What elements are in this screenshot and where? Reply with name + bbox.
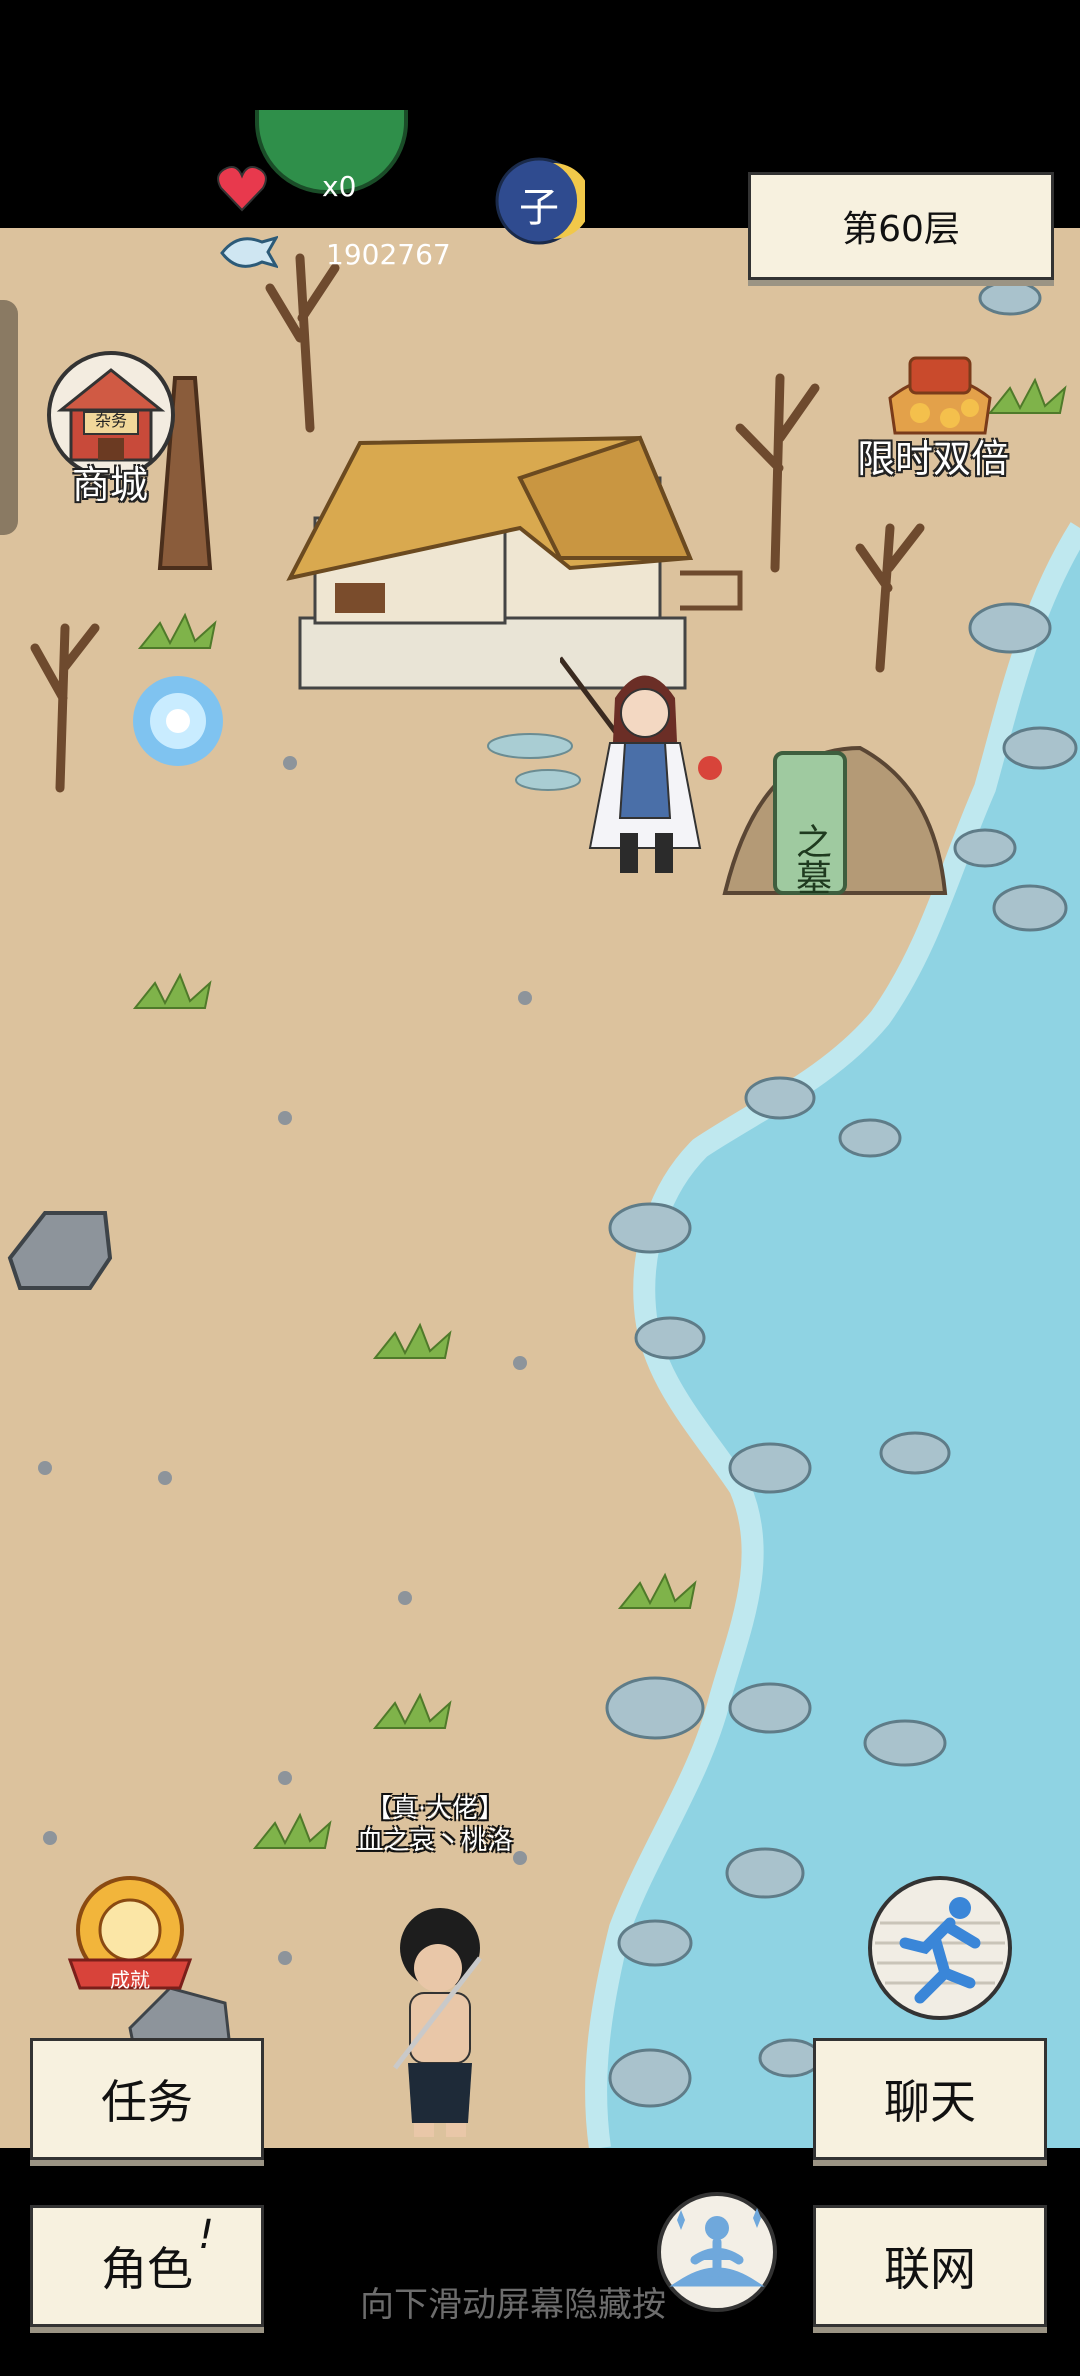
player-name: 血之哀丶桃洛 (356, 1826, 513, 1856)
character-button[interactable]: 角色 ! (30, 2205, 264, 2327)
spirit-currency-icon (218, 228, 280, 278)
tomb-text: 之墓 (790, 823, 831, 895)
meditate-button[interactable] (655, 2190, 780, 2315)
map-terrain (7, 253, 1080, 2148)
shop-button[interactable]: 杂务 商城 (36, 350, 186, 510)
left-drawer-handle[interactable] (0, 300, 18, 535)
tasks-button[interactable]: 任务 (30, 2038, 264, 2160)
clock-char: 子 (519, 185, 559, 231)
treasure-chest-icon (888, 356, 992, 435)
character-label: 角色 (101, 2242, 193, 2296)
shop-sign-text: 杂务 (94, 411, 127, 430)
network-button[interactable]: 联网 (813, 2205, 1047, 2327)
achievement-button[interactable]: 成就 (60, 1868, 200, 2008)
hearts-count: x0 (322, 170, 357, 203)
currency-amount: 1902767 (326, 238, 451, 271)
limited-double-button[interactable]: 限时双倍 (855, 338, 1025, 481)
floor-indicator: 第60层 (748, 172, 1054, 280)
shop-label: 商城 (72, 463, 149, 507)
swipe-hint: 向下滑动屏幕隐藏按 (360, 2285, 666, 2325)
sprint-button[interactable] (865, 1873, 1015, 2023)
heart-icon (215, 162, 269, 216)
player-title: 【真·大佬】 (365, 1794, 505, 1824)
achievement-badge-text: 成就 (110, 1968, 150, 1992)
player-sprite (393, 1908, 482, 2137)
limited-double-label: 限时双倍 (857, 437, 1010, 481)
tomb-stone (722, 745, 948, 895)
running-man-icon (868, 1876, 1012, 2020)
player-character[interactable] (380, 1898, 500, 2143)
chat-button[interactable]: 聊天 (813, 2038, 1047, 2160)
npc-sprite (558, 656, 722, 873)
character-alert-mark: ! (198, 2212, 215, 2258)
npc-character[interactable] (558, 648, 730, 888)
meditation-icon (657, 2192, 777, 2312)
game-map[interactable]: 杂务 商城 限时双倍 之墓 成就 【真·大佬】 血之哀丶桃洛 (0, 228, 1080, 2148)
clock-button[interactable]: 子 (493, 155, 591, 247)
